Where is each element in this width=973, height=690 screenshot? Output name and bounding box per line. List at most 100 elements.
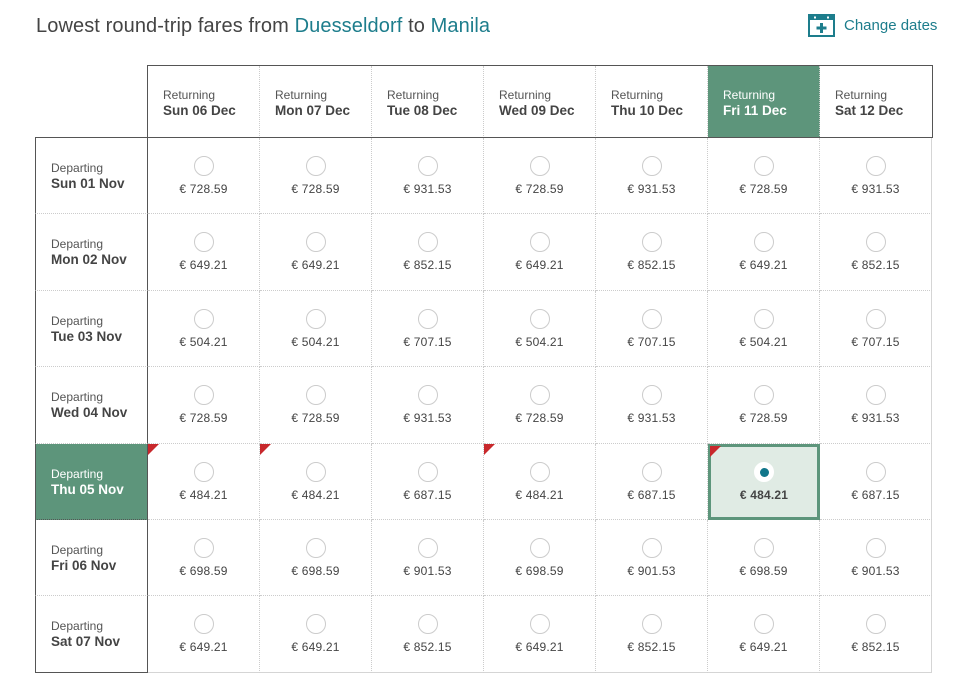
fare-radio[interactable] — [417, 156, 438, 176]
fare-radio[interactable] — [753, 537, 774, 558]
fare-radio[interactable] — [305, 385, 326, 406]
fare-radio[interactable] — [865, 385, 886, 406]
fare-radio[interactable] — [305, 461, 326, 482]
fare-radio[interactable] — [753, 308, 774, 329]
departure-date-header[interactable]: Departing Thu 05 Nov — [35, 443, 148, 520]
fare-cell[interactable]: € 852.15 — [596, 214, 708, 291]
fare-radio[interactable] — [529, 385, 550, 406]
fare-cell[interactable]: € 504.21 — [708, 290, 820, 368]
fare-radio[interactable] — [193, 385, 214, 406]
fare-radio[interactable] — [305, 537, 326, 558]
fare-radio[interactable] — [305, 232, 326, 253]
fare-cell[interactable]: € 649.21 — [484, 214, 596, 291]
fare-radio[interactable] — [417, 461, 438, 482]
fare-cell[interactable]: € 707.15 — [372, 290, 484, 368]
fare-cell[interactable]: € 504.21 — [260, 290, 372, 368]
fare-radio[interactable] — [754, 461, 774, 482]
fare-radio[interactable] — [193, 232, 214, 253]
fare-cell[interactable]: € 728.59 — [260, 138, 372, 215]
fare-radio[interactable] — [417, 614, 438, 635]
fare-cell[interactable]: € 852.15 — [372, 596, 484, 673]
fare-cell[interactable]: € 698.59 — [148, 519, 260, 597]
departure-date-header[interactable]: Departing Fri 06 Nov — [35, 519, 148, 597]
fare-radio[interactable] — [865, 156, 886, 176]
departure-date-header[interactable]: Departing Tue 03 Nov — [35, 290, 148, 368]
departure-date-header[interactable]: Departing Sat 07 Nov — [35, 596, 148, 673]
fare-radio[interactable] — [641, 537, 662, 558]
return-date-header[interactable]: Returning Wed 09 Dec — [484, 66, 596, 138]
fare-cell[interactable]: € 504.21 — [484, 290, 596, 368]
fare-cell[interactable]: € 484.21 — [148, 443, 260, 520]
fare-cell[interactable]: € 931.53 — [596, 367, 708, 444]
fare-cell[interactable]: € 728.59 — [484, 367, 596, 444]
fare-radio[interactable] — [193, 308, 214, 329]
fare-cell-selected[interactable]: € 484.21 — [708, 443, 820, 520]
fare-cell[interactable]: € 931.53 — [820, 367, 932, 444]
fare-cell[interactable]: € 707.15 — [596, 290, 708, 368]
fare-radio[interactable] — [641, 385, 662, 406]
fare-radio[interactable] — [529, 156, 550, 176]
return-date-header[interactable]: Returning Sat 12 Dec — [820, 66, 932, 138]
fare-radio[interactable] — [417, 385, 438, 406]
fare-radio[interactable] — [641, 156, 662, 176]
fare-radio[interactable] — [305, 156, 326, 176]
fare-cell[interactable]: € 484.21 — [260, 443, 372, 520]
fare-radio[interactable] — [753, 232, 774, 253]
fare-cell[interactable]: € 931.53 — [596, 138, 708, 215]
fare-cell[interactable]: € 649.21 — [260, 596, 372, 673]
fare-radio[interactable] — [865, 308, 886, 329]
fare-radio[interactable] — [417, 308, 438, 329]
fare-radio[interactable] — [641, 461, 662, 482]
fare-cell[interactable]: € 852.15 — [820, 214, 932, 291]
fare-radio[interactable] — [193, 537, 214, 558]
departure-date-header[interactable]: Departing Mon 02 Nov — [35, 214, 148, 291]
fare-radio[interactable] — [641, 614, 662, 635]
fare-radio[interactable] — [753, 614, 774, 635]
fare-radio[interactable] — [529, 614, 550, 635]
fare-cell[interactable]: € 728.59 — [708, 138, 820, 215]
fare-radio[interactable] — [305, 614, 326, 635]
fare-radio[interactable] — [753, 156, 774, 176]
fare-cell[interactable]: € 728.59 — [708, 367, 820, 444]
fare-cell[interactable]: € 649.21 — [260, 214, 372, 291]
fare-cell[interactable]: € 901.53 — [820, 519, 932, 597]
fare-cell[interactable]: € 852.15 — [596, 596, 708, 673]
fare-radio[interactable] — [193, 614, 214, 635]
fare-radio[interactable] — [865, 537, 886, 558]
fare-radio[interactable] — [641, 232, 662, 253]
fare-cell[interactable]: € 687.15 — [820, 443, 932, 520]
return-date-header[interactable]: Returning Tue 08 Dec — [372, 66, 484, 138]
fare-cell[interactable]: € 852.15 — [820, 596, 932, 673]
fare-radio[interactable] — [865, 461, 886, 482]
fare-cell[interactable]: € 649.21 — [148, 596, 260, 673]
fare-cell[interactable]: € 687.15 — [372, 443, 484, 520]
fare-radio[interactable] — [865, 614, 886, 635]
return-date-header[interactable]: Returning Fri 11 Dec — [708, 66, 820, 138]
fare-cell[interactable]: € 649.21 — [708, 214, 820, 291]
fare-cell[interactable]: € 901.53 — [596, 519, 708, 597]
fare-cell[interactable]: € 728.59 — [484, 138, 596, 215]
fare-cell[interactable]: € 649.21 — [484, 596, 596, 673]
fare-radio[interactable] — [193, 156, 214, 176]
fare-cell[interactable]: € 852.15 — [372, 214, 484, 291]
fare-cell[interactable]: € 504.21 — [148, 290, 260, 368]
fare-radio[interactable] — [641, 308, 662, 329]
fare-cell[interactable]: € 728.59 — [260, 367, 372, 444]
fare-radio[interactable] — [529, 232, 550, 253]
fare-radio[interactable] — [305, 308, 326, 329]
fare-cell[interactable]: € 728.59 — [148, 367, 260, 444]
fare-cell[interactable]: € 931.53 — [372, 138, 484, 215]
fare-radio[interactable] — [193, 461, 214, 482]
fare-cell[interactable]: € 901.53 — [372, 519, 484, 597]
fare-cell[interactable]: € 931.53 — [372, 367, 484, 444]
fare-radio[interactable] — [417, 232, 438, 253]
departure-date-header[interactable]: Departing Sun 01 Nov — [35, 138, 148, 215]
return-date-header[interactable]: Returning Thu 10 Dec — [596, 66, 708, 138]
departure-date-header[interactable]: Departing Wed 04 Nov — [35, 367, 148, 444]
fare-radio[interactable] — [753, 385, 774, 406]
fare-radio[interactable] — [529, 308, 550, 329]
fare-cell[interactable]: € 707.15 — [820, 290, 932, 368]
fare-cell[interactable]: € 649.21 — [148, 214, 260, 291]
fare-cell[interactable]: € 687.15 — [596, 443, 708, 520]
fare-cell[interactable]: € 728.59 — [148, 138, 260, 215]
